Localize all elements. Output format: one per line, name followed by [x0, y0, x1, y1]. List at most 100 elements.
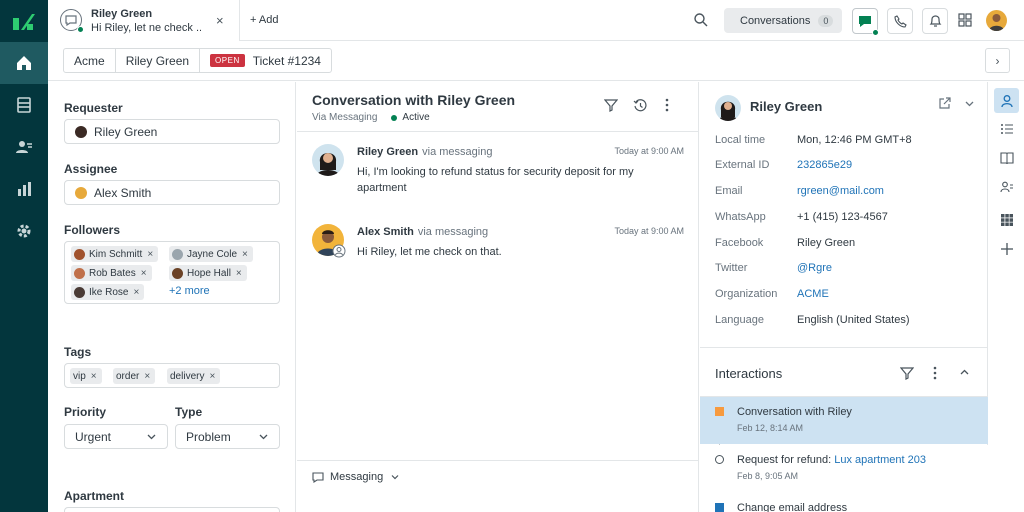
ticket-tab[interactable]: Riley Green Hi Riley, let ne check ... × [48, 0, 240, 41]
email-link[interactable]: rgreen@mail.com [797, 185, 884, 197]
search-icon[interactable] [693, 12, 709, 31]
conversation-title: Conversation with Riley Green [312, 92, 516, 108]
views-icon [17, 97, 31, 113]
interaction-title: Conversation with Riley [737, 406, 852, 418]
open-external-icon[interactable] [938, 97, 951, 113]
follower-chip[interactable]: Rob Bates × [71, 265, 152, 281]
field-label: Facebook [715, 237, 764, 249]
message: Riley Green via messaging Today at 9:00 A… [312, 144, 684, 204]
whatsapp-value: +1 (415) 123-4567 [797, 211, 888, 223]
organization-link[interactable]: ACME [797, 288, 829, 300]
nav-settings[interactable] [0, 210, 48, 252]
message-author: Alex Smith via messaging [357, 226, 488, 238]
remove-icon[interactable]: × [209, 371, 215, 382]
apartment-field[interactable] [64, 507, 280, 512]
more-followers-link[interactable]: +2 more [169, 285, 210, 297]
avatar [172, 267, 183, 279]
product-tray-icon[interactable] [958, 13, 972, 30]
user-icon [1000, 94, 1013, 107]
follower-chip[interactable]: Jayne Cole × [169, 246, 253, 262]
chevron-right-icon[interactable]: › [985, 48, 1010, 73]
breadcrumb-ticket[interactable]: OPEN Ticket #1234 [200, 49, 331, 72]
tag-chip[interactable]: vip × [70, 368, 102, 384]
interaction-title-text: Request for refund: [737, 454, 835, 466]
interactions-title: Interactions [715, 366, 783, 381]
chevron-up-icon[interactable] [959, 367, 970, 381]
active-status-dot [391, 114, 398, 121]
chevron-down-icon [259, 434, 268, 440]
remove-icon[interactable]: × [236, 268, 242, 279]
conversation-header: Conversation with Riley Green Via Messag… [297, 82, 699, 132]
tag-chip[interactable]: delivery × [167, 368, 221, 384]
interaction-item[interactable]: Request for refund: Lux apartment 203 Fe… [700, 445, 988, 493]
nav-customers[interactable] [0, 126, 48, 168]
phone-button[interactable] [887, 8, 913, 34]
channel-label: Via Messaging [312, 112, 378, 123]
zendesk-logo-icon[interactable] [12, 10, 36, 32]
follower-chip[interactable]: Ike Rose × [71, 284, 145, 300]
reporting-icon [18, 182, 31, 196]
priority-select[interactable]: Urgent [64, 424, 168, 449]
rail-list-button[interactable] [994, 116, 1019, 141]
remove-icon[interactable]: × [242, 249, 248, 260]
external-id-link[interactable]: 232865e29 [797, 159, 852, 171]
nav-home[interactable] [0, 42, 48, 84]
avatar [715, 95, 741, 121]
tag-label: delivery [170, 370, 205, 382]
filter-icon[interactable] [603, 98, 619, 115]
customers-icon [16, 141, 32, 153]
nav-views[interactable] [0, 84, 48, 126]
rail-customer-button[interactable] [994, 88, 1019, 113]
remove-icon[interactable]: × [141, 268, 147, 279]
ticket-marker-icon [715, 455, 724, 464]
add-tab-button[interactable]: + Add [250, 14, 278, 26]
field-label: Email [715, 185, 743, 197]
tags-field[interactable]: vip × order × delivery × [64, 363, 280, 388]
interaction-link[interactable]: Lux apartment 203 [834, 454, 926, 466]
rail-knowledge-button[interactable] [994, 145, 1019, 170]
local-time-value: Mon, 12:46 PM GMT+8 [797, 134, 912, 146]
customer-name: Riley Green [750, 99, 823, 114]
conversations-button[interactable]: Conversations 0 [724, 8, 842, 33]
rail-apps-button[interactable] [994, 207, 1019, 232]
add-icon [1000, 242, 1013, 255]
event-marker-icon [715, 503, 724, 512]
assignee-field[interactable]: Alex Smith [64, 180, 280, 205]
chevron-down-icon [147, 434, 156, 440]
breadcrumb-org[interactable]: Acme [64, 49, 116, 72]
rail-customer-context-button[interactable] [994, 174, 1019, 199]
remove-icon[interactable]: × [133, 287, 139, 298]
notifications-button[interactable] [922, 8, 948, 34]
filter-icon[interactable] [899, 366, 915, 383]
status-label: Active [402, 112, 430, 123]
interaction-item[interactable]: Conversation with Riley Feb 12, 8:14 AM [700, 397, 988, 444]
chat-icon [312, 471, 324, 483]
followers-field[interactable]: Kim Schmitt × Jayne Cole × Rob Bates × Hope… [64, 241, 280, 304]
twitter-link[interactable]: @Rgre [797, 262, 832, 274]
history-icon[interactable] [633, 98, 648, 116]
more-options-icon[interactable] [933, 366, 937, 383]
close-tab-icon[interactable]: × [216, 13, 224, 28]
follower-chip[interactable]: Kim Schmitt × [71, 246, 159, 262]
conversation-marker-icon [715, 407, 724, 416]
interaction-item[interactable]: Change email address [700, 493, 988, 512]
tag-chip[interactable]: order × [113, 368, 156, 384]
agent-badge-icon [332, 244, 346, 258]
conversation-panel: Conversation with Riley Green Via Messag… [297, 82, 699, 512]
more-options-icon[interactable] [665, 98, 669, 115]
remove-icon[interactable]: × [147, 249, 153, 260]
follower-chip[interactable]: Hope Hall × [169, 265, 247, 281]
remove-icon[interactable]: × [144, 371, 150, 382]
breadcrumb-requester[interactable]: Riley Green [116, 49, 201, 72]
chevron-down-icon[interactable] [964, 98, 975, 112]
nav-reporting[interactable] [0, 168, 48, 210]
follower-name: Jayne Cole [187, 248, 238, 260]
remove-icon[interactable]: × [91, 371, 97, 382]
ticket-properties-panel: Requester Riley Green Assignee Alex Smit… [48, 82, 296, 512]
channel-switcher[interactable]: Messaging [312, 471, 400, 483]
user-avatar[interactable] [986, 10, 1007, 31]
requester-field[interactable]: Riley Green [64, 119, 280, 144]
type-select[interactable]: Problem [175, 424, 280, 449]
rail-add-button[interactable] [994, 236, 1019, 261]
main-nav [0, 0, 48, 512]
